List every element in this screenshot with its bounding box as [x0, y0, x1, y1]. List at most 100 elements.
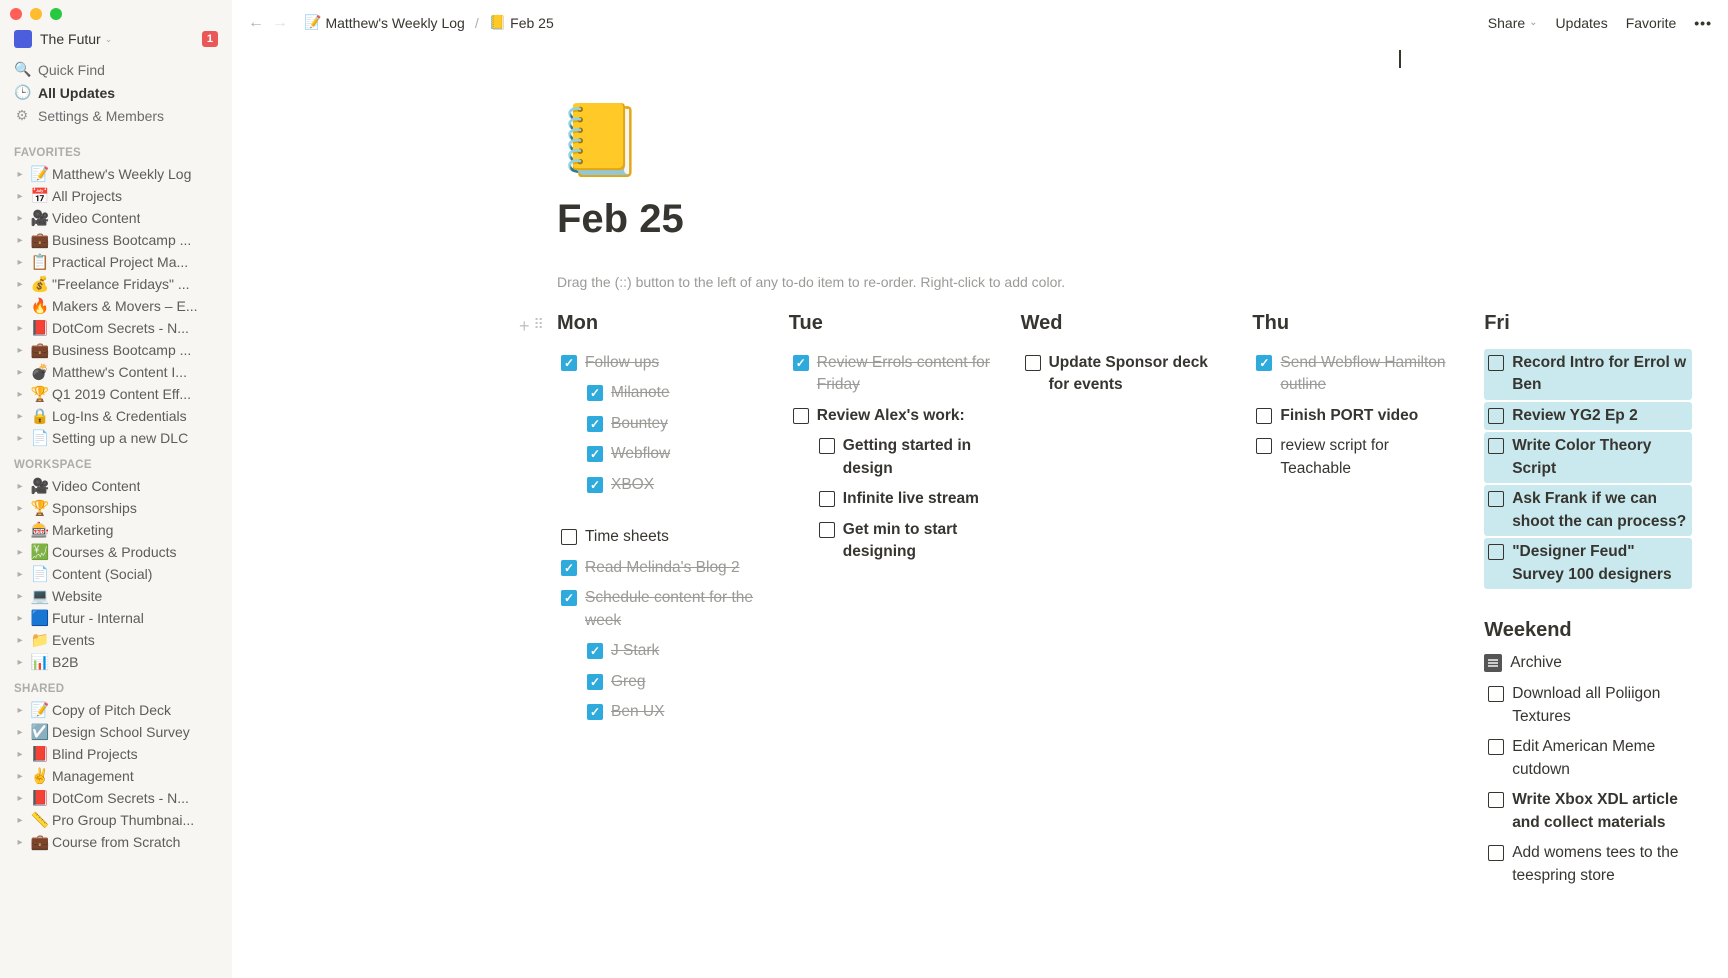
page-title[interactable]: Feb 25	[557, 197, 1692, 242]
sidebar-item-fav-9[interactable]: ▸💣Matthew's Content I...	[6, 361, 226, 383]
caret-icon[interactable]: ▸	[12, 793, 28, 804]
todo-checkbox[interactable]	[561, 355, 577, 371]
todo-checkbox[interactable]	[819, 522, 835, 538]
sidebar-item-ws-7[interactable]: ▸📁Events	[6, 629, 226, 651]
todo-checkbox[interactable]	[587, 446, 603, 462]
todo-checkbox[interactable]	[587, 704, 603, 720]
todo-text[interactable]: Update Sponsor deck for events	[1049, 352, 1225, 397]
sidebar-item-shared-0[interactable]: ▸📝Copy of Pitch Deck	[6, 699, 226, 721]
all-updates-button[interactable]: 🕒 All Updates	[10, 81, 222, 104]
sidebar-item-fav-2[interactable]: ▸🎥Video Content	[6, 207, 226, 229]
caret-icon[interactable]: ▸	[12, 169, 28, 180]
todo-checkbox[interactable]	[793, 408, 809, 424]
todo-text[interactable]: review script for Teachable	[1280, 435, 1456, 480]
drag-handle-icon[interactable]: ⠿	[534, 316, 544, 337]
caret-icon[interactable]: ▸	[12, 279, 28, 290]
caret-icon[interactable]: ▸	[12, 705, 28, 716]
todo-text[interactable]: Greg	[611, 671, 645, 693]
todo-item[interactable]: Edit American Meme cutdown	[1484, 733, 1692, 784]
todo-checkbox[interactable]	[1025, 355, 1041, 371]
todo-item[interactable]: Read Melinda's Blog 2	[557, 554, 765, 582]
window-traffic-lights[interactable]	[10, 8, 62, 20]
todo-checkbox[interactable]	[561, 590, 577, 606]
caret-icon[interactable]: ▸	[12, 433, 28, 444]
todo-item[interactable]: Write Xbox XDL article and collect mater…	[1484, 786, 1692, 837]
sidebar-item-fav-10[interactable]: ▸🏆Q1 2019 Content Eff...	[6, 383, 226, 405]
todo-checkbox[interactable]	[587, 674, 603, 690]
todo-item[interactable]: Follow ups	[557, 349, 765, 377]
todo-text[interactable]: Review Errols content for Friday	[817, 352, 993, 397]
todo-checkbox[interactable]	[819, 491, 835, 507]
sidebar-item-shared-2[interactable]: ▸📕Blind Projects	[6, 743, 226, 765]
caret-icon[interactable]: ▸	[12, 213, 28, 224]
todo-text[interactable]: Finish PORT video	[1280, 405, 1418, 427]
notification-badge[interactable]: 1	[202, 31, 218, 47]
todo-item[interactable]: Time sheets	[557, 523, 765, 551]
caret-icon[interactable]: ▸	[12, 657, 28, 668]
sidebar-item-fav-5[interactable]: ▸💰"Freelance Fridays" ...	[6, 273, 226, 295]
sidebar-item-shared-4[interactable]: ▸📕DotCom Secrets - N...	[6, 787, 226, 809]
todo-checkbox[interactable]	[1488, 686, 1504, 702]
todo-item[interactable]: Ben UX	[583, 698, 765, 726]
todo-text[interactable]: Download all Poliigon Textures	[1512, 683, 1688, 728]
todo-item[interactable]: J Stark	[583, 637, 765, 665]
quick-find-button[interactable]: 🔍 Quick Find	[10, 58, 222, 81]
sidebar-item-fav-6[interactable]: ▸🔥Makers & Movers – E...	[6, 295, 226, 317]
todo-text[interactable]: XBOX	[611, 474, 654, 496]
sidebar-item-fav-7[interactable]: ▸📕DotCom Secrets - N...	[6, 317, 226, 339]
caret-icon[interactable]: ▸	[12, 771, 28, 782]
todo-checkbox[interactable]	[1488, 355, 1504, 371]
caret-icon[interactable]: ▸	[12, 569, 28, 580]
todo-item[interactable]: Get min to start designing	[815, 516, 997, 567]
todo-text[interactable]: Ben UX	[611, 701, 664, 723]
caret-icon[interactable]: ▸	[12, 525, 28, 536]
maximize-window-icon[interactable]	[50, 8, 62, 20]
archive-link[interactable]: Archive	[1484, 654, 1692, 672]
breadcrumb-parent[interactable]: 📝 Matthew's Weekly Log	[300, 12, 469, 33]
sidebar-item-ws-4[interactable]: ▸📄Content (Social)	[6, 563, 226, 585]
caret-icon[interactable]: ▸	[12, 367, 28, 378]
todo-item[interactable]: Record Intro for Errol w Ben	[1484, 349, 1692, 400]
sidebar-item-ws-1[interactable]: ▸🏆Sponsorships	[6, 497, 226, 519]
caret-icon[interactable]: ▸	[12, 613, 28, 624]
sidebar-item-fav-12[interactable]: ▸📄Setting up a new DLC	[6, 427, 226, 449]
caret-icon[interactable]: ▸	[12, 235, 28, 246]
todo-text[interactable]: Write Xbox XDL article and collect mater…	[1512, 789, 1688, 834]
caret-icon[interactable]: ▸	[12, 749, 28, 760]
minimize-window-icon[interactable]	[30, 8, 42, 20]
workspace-switcher[interactable]: The Futur ⌄ 1	[0, 26, 232, 58]
caret-icon[interactable]: ▸	[12, 635, 28, 646]
todo-checkbox[interactable]	[587, 385, 603, 401]
todo-item[interactable]: Webflow	[583, 440, 765, 468]
caret-icon[interactable]: ▸	[12, 815, 28, 826]
todo-checkbox[interactable]	[561, 529, 577, 545]
todo-item[interactable]: Send Webflow Hamilton outline	[1252, 349, 1460, 400]
todo-checkbox[interactable]	[561, 560, 577, 576]
todo-item[interactable]: Download all Poliigon Textures	[1484, 680, 1692, 731]
sidebar-item-ws-3[interactable]: ▸💹Courses & Products	[6, 541, 226, 563]
todo-text[interactable]: Write Color Theory Script	[1512, 435, 1688, 480]
todo-checkbox[interactable]	[1488, 438, 1504, 454]
todo-item[interactable]: Schedule content for the week	[557, 584, 765, 635]
todo-item[interactable]: Ask Frank if we can shoot the can proces…	[1484, 485, 1692, 536]
todo-text[interactable]: Edit American Meme cutdown	[1512, 736, 1688, 781]
todo-checkbox[interactable]	[1488, 792, 1504, 808]
todo-text[interactable]: Bountey	[611, 413, 668, 435]
sidebar-item-fav-0[interactable]: ▸📝Matthew's Weekly Log	[6, 163, 226, 185]
todo-item[interactable]: Finish PORT video	[1252, 402, 1460, 430]
sidebar-item-ws-8[interactable]: ▸📊B2B	[6, 651, 226, 673]
sidebar-item-ws-6[interactable]: ▸🟦Futur - Internal	[6, 607, 226, 629]
todo-checkbox[interactable]	[1256, 408, 1272, 424]
todo-text[interactable]: Milanote	[611, 382, 670, 404]
sidebar-item-fav-8[interactable]: ▸💼Business Bootcamp ...	[6, 339, 226, 361]
sidebar-item-shared-5[interactable]: ▸📏Pro Group Thumbnai...	[6, 809, 226, 831]
todo-item[interactable]: Review Alex's work:	[789, 402, 997, 430]
todo-text[interactable]: Schedule content for the week	[585, 587, 761, 632]
sidebar-item-shared-3[interactable]: ▸✌️Management	[6, 765, 226, 787]
sidebar-item-shared-1[interactable]: ▸☑️Design School Survey	[6, 721, 226, 743]
caret-icon[interactable]: ▸	[12, 389, 28, 400]
more-menu-button[interactable]: •••	[1694, 15, 1712, 31]
todo-text[interactable]: Get min to start designing	[843, 519, 993, 564]
todo-text[interactable]: Add womens tees to the teespring store	[1512, 842, 1688, 887]
todo-item[interactable]: Bountey	[583, 410, 765, 438]
